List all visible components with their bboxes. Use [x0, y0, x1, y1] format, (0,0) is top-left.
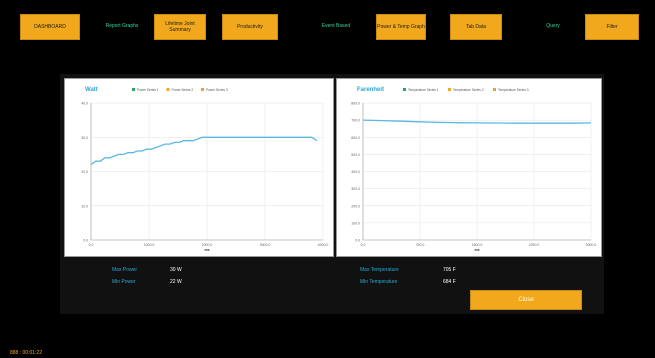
power-chart-svg: Watt Power Series 1 Power Series 2 Power Se… — [81, 87, 329, 252]
x-axis-label: ms — [204, 248, 209, 252]
y-tick-label: 0.0 — [355, 239, 360, 243]
x-tick-label: 1500.0 — [472, 243, 483, 247]
x-tick-label: 3000.0 — [586, 243, 597, 247]
x-tick-label: 0.0 — [361, 243, 366, 247]
y-tick-label: 400.0 — [351, 170, 360, 174]
y-tick-label: 800.0 — [351, 102, 360, 106]
legend-entry: Power Series 2 — [172, 88, 194, 92]
legend-swatch — [166, 88, 170, 91]
x-axis-label: ms — [474, 248, 479, 252]
legend-swatch — [132, 88, 135, 91]
legend-entry: Power Series 3 — [206, 88, 228, 92]
legend-swatch — [403, 88, 406, 91]
y-tick-label: 100.0 — [351, 221, 360, 225]
close-button[interactable]: Close — [470, 290, 582, 310]
y-tick-label: 700.0 — [351, 119, 360, 123]
nav-item-tab-data[interactable]: Tab Data — [450, 14, 502, 40]
y-tick-label: 500.0 — [351, 153, 360, 157]
y-tick-label: 0.0 — [83, 239, 88, 243]
power-chart: Watt Power Series 1 Power Series 2 Power Se… — [64, 78, 334, 257]
nav-item-report-graphs[interactable]: Report Graphs — [92, 14, 152, 38]
legend-entry: Power Series 1 — [137, 88, 159, 92]
y-tick-label: 10.0 — [81, 204, 88, 208]
stats-area: Max Power 30 W Min Power 22 W Max Temper… — [60, 260, 604, 290]
nav-item-dashboard[interactable]: DASHBOARD — [20, 14, 80, 40]
legend-entry: Temperature Series 3 — [498, 88, 529, 92]
legend-entry: Temperature Series 1 — [408, 88, 439, 92]
footer-status: 888 : 00:01:22 — [10, 350, 42, 356]
y-tick-label: 30.0 — [81, 136, 88, 140]
x-tick-label: 3000.0 — [260, 243, 271, 247]
max-power-label: Max Power — [112, 267, 138, 273]
legend-swatch — [201, 88, 204, 91]
nav-item-event-based[interactable]: Event Based — [312, 14, 360, 38]
temperature-chart: Farenheit Temperature Series 1 Temperature… — [336, 78, 602, 257]
max-temp-label: Max Temperature — [360, 267, 399, 273]
y-tick-label: 600.0 — [351, 136, 360, 140]
x-tick-label: 2250.0 — [529, 243, 540, 247]
y-tick-label: 20.0 — [81, 170, 88, 174]
x-tick-label: 0.0 — [89, 243, 94, 247]
x-tick-label: 1000.0 — [144, 243, 155, 247]
nav-item-lifetime-joint-summary[interactable]: Lifetime Joint Summary — [154, 14, 206, 40]
graph-panel: Watt Power Series 1 Power Series 2 Power Se… — [60, 74, 604, 314]
nav-item-power-temp-graph[interactable]: Power & Temp Graph — [376, 14, 426, 40]
x-tick-label: 4000.0 — [318, 243, 329, 247]
legend-swatch — [493, 88, 496, 91]
y-tick-label: 200.0 — [351, 204, 360, 208]
series-line — [90, 136, 318, 166]
max-power-value: 30 W — [170, 267, 182, 273]
y-tick-label: 40.0 — [81, 102, 88, 106]
min-temp-label: Min Temperature — [360, 279, 398, 285]
min-power-label: Min Power — [112, 279, 136, 285]
nav-item-filter[interactable]: Filter — [585, 14, 639, 40]
chart-title: Farenheit — [357, 87, 384, 93]
top-navigation: DASHBOARD Report Graphs Lifetime Joint Sum… — [0, 14, 655, 40]
y-tick-label: 300.0 — [351, 187, 360, 191]
min-power-value: 22 W — [170, 279, 182, 285]
max-temp-value: 705 F — [443, 267, 456, 273]
x-tick-label: 750.0 — [416, 243, 425, 247]
nav-item-query[interactable]: Query — [538, 14, 568, 38]
nav-item-productivity[interactable]: Productivity — [222, 14, 278, 40]
temperature-chart-svg: Farenheit Temperature Series 1 Temperature… — [351, 87, 597, 252]
min-temp-value: 684 F — [443, 279, 456, 285]
legend-entry: Temperature Series 2 — [453, 88, 484, 92]
legend-swatch — [448, 88, 451, 91]
x-tick-label: 2000.0 — [202, 243, 213, 247]
chart-title: Watt — [85, 87, 98, 93]
